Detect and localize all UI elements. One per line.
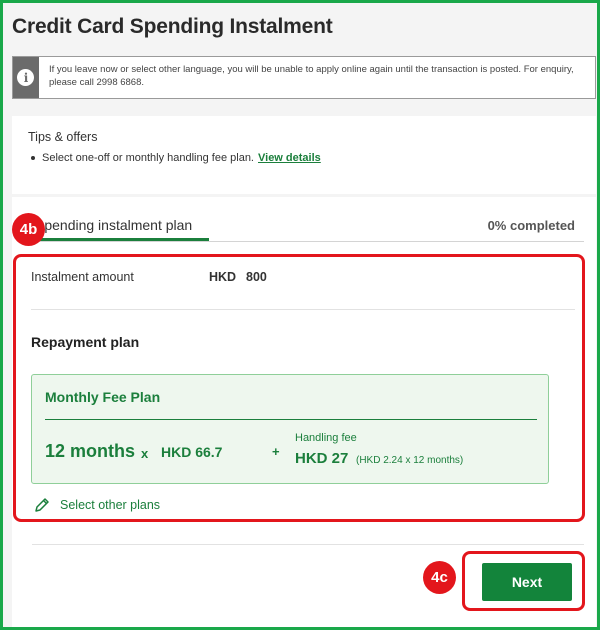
- callout-box-4b: [13, 254, 585, 522]
- tips-item: Select one-off or monthly handling fee p…: [28, 152, 596, 164]
- step-badge-4b: 4b: [12, 213, 45, 246]
- callout-box-4c: [462, 551, 585, 611]
- bottom-divider: [32, 544, 584, 545]
- notice-icon-box: i: [13, 57, 39, 98]
- tab-divider: [32, 241, 584, 242]
- info-icon: i: [17, 69, 35, 86]
- tips-title: Tips & offers: [28, 130, 98, 144]
- bullet-icon: [31, 156, 35, 160]
- tips-panel: Tips & offers Select one-off or monthly …: [12, 116, 596, 194]
- notice-banner: i If you leave now or select other langu…: [12, 56, 596, 99]
- page-title: Credit Card Spending Instalment: [12, 15, 333, 38]
- tips-text: Select one-off or monthly handling fee p…: [42, 152, 254, 164]
- view-details-link[interactable]: View details: [258, 152, 321, 164]
- step-badge-4c: 4c: [423, 561, 456, 594]
- tab-spending-instalment-plan[interactable]: Spending instalment plan: [35, 217, 192, 233]
- notice-text: If you leave now or select other languag…: [48, 64, 574, 88]
- progress-status: 0% completed: [487, 218, 575, 233]
